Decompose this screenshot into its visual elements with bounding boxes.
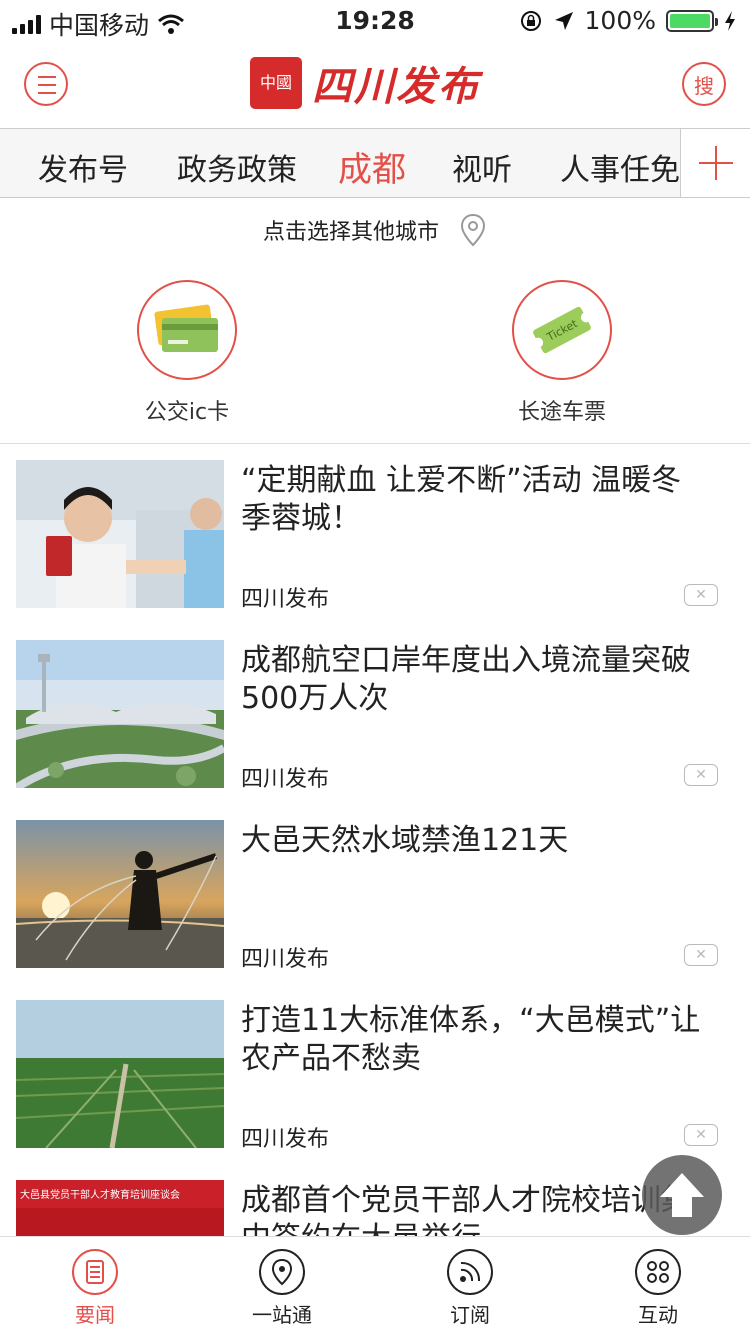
news-thumbnail-conference: 大邑县党员干部人才教育培训座谈会	[16, 1180, 224, 1236]
news-item[interactable]: 打造11大标准体系，“大邑模式”让农产品不愁卖 四川发布 ✕	[0, 984, 750, 1164]
news-list: “定期献血 让爱不断”活动 温暖冬季蓉城！ 四川发布 ✕ 成都航空口岸年度出入境…	[0, 444, 750, 1236]
battery-icon	[666, 9, 718, 32]
tab-chengdu[interactable]: 成都	[338, 142, 406, 191]
orientation-lock-icon	[520, 10, 541, 31]
grid-icon	[635, 1249, 681, 1295]
menu-button[interactable]	[24, 62, 68, 106]
bottom-nav: 要闻 一站通 订阅 互动	[0, 1236, 750, 1334]
news-thumbnail-farmland	[16, 1000, 224, 1148]
nav-news-label: 要闻	[75, 1303, 115, 1327]
conference-banner-text: 大邑县党员干部人才教育培训座谈会	[20, 1190, 180, 1201]
service-bus-card[interactable]: 公交ic卡	[87, 280, 287, 426]
news-title: 大邑天然水域禁渔121天	[241, 823, 569, 858]
bus-card-icon	[154, 304, 218, 352]
news-source: 四川发布	[241, 767, 330, 792]
tab-publisher[interactable]: 发布号	[38, 145, 128, 189]
channel-tabs: 发布号 政务政策 成都 视听 人事任免	[0, 128, 750, 198]
arrow-up-icon	[660, 1173, 704, 1217]
news-source: 四川发布	[241, 1127, 330, 1152]
nav-one-stop[interactable]: 一站通	[222, 1249, 342, 1328]
ticket-icon: Ticket	[533, 306, 591, 354]
dismiss-button[interactable]: ✕	[684, 764, 718, 786]
nav-subscribe-label: 订阅	[450, 1303, 490, 1327]
news-item[interactable]: 成都航空口岸年度出入境流量突破500万人次 四川发布 ✕	[0, 624, 750, 804]
logo-text: 四川发布	[312, 64, 480, 110]
news-thumbnail-airport	[16, 640, 224, 788]
scroll-to-top-button[interactable]	[642, 1155, 722, 1235]
news-thumbnail-blood-donation	[16, 460, 224, 608]
dismiss-button[interactable]: ✕	[684, 584, 718, 606]
search-button[interactable]: 搜	[682, 62, 726, 106]
tab-policy[interactable]: 政务政策	[177, 145, 297, 189]
service-ticket-label: 长途车票	[517, 400, 606, 425]
city-selector[interactable]: 点击选择其他城市	[0, 208, 750, 252]
news-source: 四川发布	[241, 587, 330, 612]
nav-subscribe[interactable]: 订阅	[410, 1249, 530, 1328]
tab-appointments[interactable]: 人事任免	[560, 145, 680, 189]
status-bar: 中国移动 19:28 100%	[0, 0, 750, 40]
city-selector-label: 点击选择其他城市	[262, 220, 439, 245]
service-ticket-ring: Ticket	[512, 280, 612, 380]
location-pin-icon	[460, 213, 486, 247]
nav-news[interactable]: 要闻	[35, 1249, 155, 1328]
news-title: 打造11大标准体系，“大邑模式”让农产品不愁卖	[241, 1003, 701, 1076]
app-logo: 中國 四川发布	[250, 54, 480, 112]
service-shortcuts: 公交ic卡 Ticket 长途车票	[0, 280, 750, 444]
location-arrow-icon	[554, 11, 573, 30]
location-icon	[259, 1249, 305, 1295]
add-tab-button[interactable]	[680, 129, 750, 197]
service-long-distance-ticket[interactable]: Ticket 长途车票	[462, 280, 662, 426]
nav-interact[interactable]: 互动	[598, 1249, 718, 1328]
news-title: 成都航空口岸年度出入境流量突破500万人次	[241, 643, 691, 716]
charging-icon	[725, 10, 735, 31]
news-item[interactable]: “定期献血 让爱不断”活动 温暖冬季蓉城！ 四川发布 ✕	[0, 444, 750, 624]
battery-percent: 100%	[584, 6, 656, 35]
news-thumbnail-fisherman	[16, 820, 224, 968]
news-item[interactable]: 大邑天然水域禁渔121天 四川发布 ✕	[0, 804, 750, 984]
dismiss-button[interactable]: ✕	[684, 944, 718, 966]
news-icon	[72, 1249, 118, 1295]
news-item[interactable]: 大邑县党员干部人才教育培训座谈会 成都首个党员干部人才院校培训集中签约在大邑举行	[0, 1164, 750, 1236]
rss-icon	[447, 1249, 493, 1295]
service-bus-card-ring	[137, 280, 237, 380]
news-title: “定期献血 让爱不断”活动 温暖冬季蓉城！	[241, 463, 682, 536]
app-header: 中國 四川发布 搜	[0, 40, 750, 128]
nav-one-stop-label: 一站通	[252, 1303, 312, 1327]
logo-seal: 中國	[250, 57, 302, 109]
dismiss-button[interactable]: ✕	[684, 1124, 718, 1146]
service-bus-card-label: 公交ic卡	[144, 400, 230, 425]
news-title: 成都首个党员干部人才院校培训集中签约在大邑举行	[241, 1183, 691, 1236]
search-label: 搜	[694, 73, 714, 98]
tab-media[interactable]: 视听	[452, 145, 512, 189]
status-right: 100%	[519, 6, 736, 35]
news-source: 四川发布	[241, 947, 330, 972]
nav-interact-label: 互动	[638, 1303, 678, 1327]
